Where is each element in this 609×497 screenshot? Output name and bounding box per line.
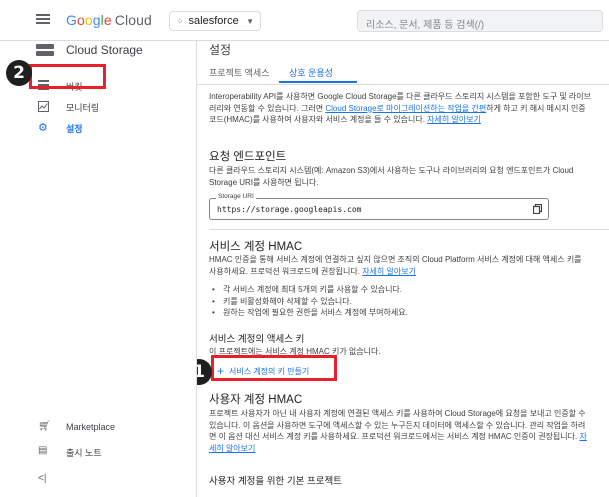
default-project-heading: 사용자 계정을 위한 기본 프로젝트: [209, 476, 342, 487]
google-cloud-logo[interactable]: Google Cloud: [66, 12, 152, 28]
user-hmac-description: 프로젝트 사용자가 아닌 내 사용자 계정에 연결된 액세스 키를 사용하여 C…: [209, 408, 591, 454]
page-title: 설정: [209, 43, 232, 57]
endpoint-heading: 요청 엔드포인트: [209, 151, 287, 163]
user-hmac-heading: 사용자 계정 HMAC: [209, 394, 303, 406]
migration-link[interactable]: Cloud Storage로 마이그레이션하는 작업을 간편: [325, 104, 486, 113]
project-name: salesforce: [188, 15, 239, 27]
service-keys-heading: 서비스 계정의 액세스 키: [209, 334, 305, 345]
sidebar-item-marketplace[interactable]: 🛒︎ Marketplace: [0, 417, 196, 437]
list-item: 키를 비활성화해야 삭제할 수 있습니다.: [209, 296, 589, 308]
sidebar-item-release-notes[interactable]: ▤ 출시 노트: [0, 441, 196, 461]
hamburger-menu-icon[interactable]: [36, 14, 50, 24]
sidebar: Cloud Storage 버킷 모니터링 ⚙ 설정 🛒︎ Marketplac…: [0, 41, 197, 497]
sidebar-item-label: 모니터링: [66, 103, 100, 113]
collapse-icon: <|: [38, 473, 47, 484]
sidebar-item-label: 출시 노트: [66, 448, 102, 458]
sidebar-item-monitoring[interactable]: 모니터링: [0, 96, 196, 118]
sidebar-collapse[interactable]: <|: [0, 469, 196, 489]
main-content: 설정 프로젝트 액세스 상호 운용성 Interoperability API를…: [197, 41, 609, 497]
service-hmac-heading: 서비스 계정 HMAC: [209, 241, 303, 253]
sidebar-item-settings[interactable]: ⚙ 설정: [0, 117, 196, 139]
list-item: 원하는 작업에 필요한 권한을 서비스 계정에 부여하세요.: [209, 307, 589, 319]
service-hmac-description: HMAC 인증을 통해 서비스 계정에 연결하고 싶지 않으면 조직의 Clou…: [209, 254, 591, 277]
top-bar: Google Cloud ⁘ salesforce ▼ 리소스, 문서, 제품 등…: [0, 0, 609, 41]
learn-more-link[interactable]: 자세히 알아보기: [427, 115, 481, 124]
step-badge-2: 2: [6, 60, 32, 86]
logo-cloud-text: Cloud: [114, 12, 152, 28]
tab-selected-indicator: [279, 81, 357, 83]
project-dots-icon: ⁘: [176, 15, 183, 26]
service-hmac-notes: 각 서비스 계정에 최대 5개의 키를 사용할 수 있습니다. 키를 비활성화해…: [209, 284, 589, 319]
service-hmac-learn-more-link[interactable]: 자세히 알아보기: [362, 267, 416, 276]
highlight-box-buckets: [29, 64, 106, 89]
section-divider: [209, 229, 609, 230]
intro-text: Interoperability API를 사용하면 Google Cloud …: [209, 91, 591, 126]
sidebar-item-label: 설정: [66, 124, 83, 134]
tab-interoperability[interactable]: 상호 운용성: [289, 66, 333, 79]
search-input[interactable]: 리소스, 문서, 제품 등 검색(/): [357, 10, 603, 32]
user-hmac-desc-text: 프로젝트 사용자가 아닌 내 사용자 계정에 연결된 액세스 키를 사용하여 C…: [209, 409, 586, 441]
sidebar-item-label: Marketplace: [66, 422, 116, 432]
cloud-storage-icon: [36, 44, 54, 58]
marketplace-icon: 🛒︎: [38, 421, 51, 432]
storage-uri-label: Storage URI: [216, 193, 256, 200]
release-notes-icon: ▤: [38, 445, 48, 456]
project-selector[interactable]: ⁘ salesforce ▼: [169, 11, 261, 31]
list-item: 각 서비스 계정에 최대 5개의 키를 사용할 수 있습니다.: [209, 284, 589, 296]
product-title: Cloud Storage: [66, 43, 143, 57]
storage-uri-field: Storage URI https://storage.googleapis.c…: [209, 193, 549, 220]
tab-bar: 프로젝트 액세스 상호 운용성: [197, 64, 609, 85]
storage-uri-value[interactable]: https://storage.googleapis.com: [217, 205, 362, 214]
monitoring-icon: [38, 101, 49, 112]
highlight-box-create-key: [211, 355, 337, 381]
tab-project-access[interactable]: 프로젝트 액세스: [209, 66, 269, 79]
copy-icon[interactable]: [533, 204, 542, 214]
endpoint-description: 다른 클라우드 스토리지 시스템(예: Amazon S3)에서 사용하는 도구…: [209, 166, 574, 187]
gear-icon: ⚙: [38, 122, 48, 134]
chevron-down-icon: ▼: [246, 16, 254, 26]
